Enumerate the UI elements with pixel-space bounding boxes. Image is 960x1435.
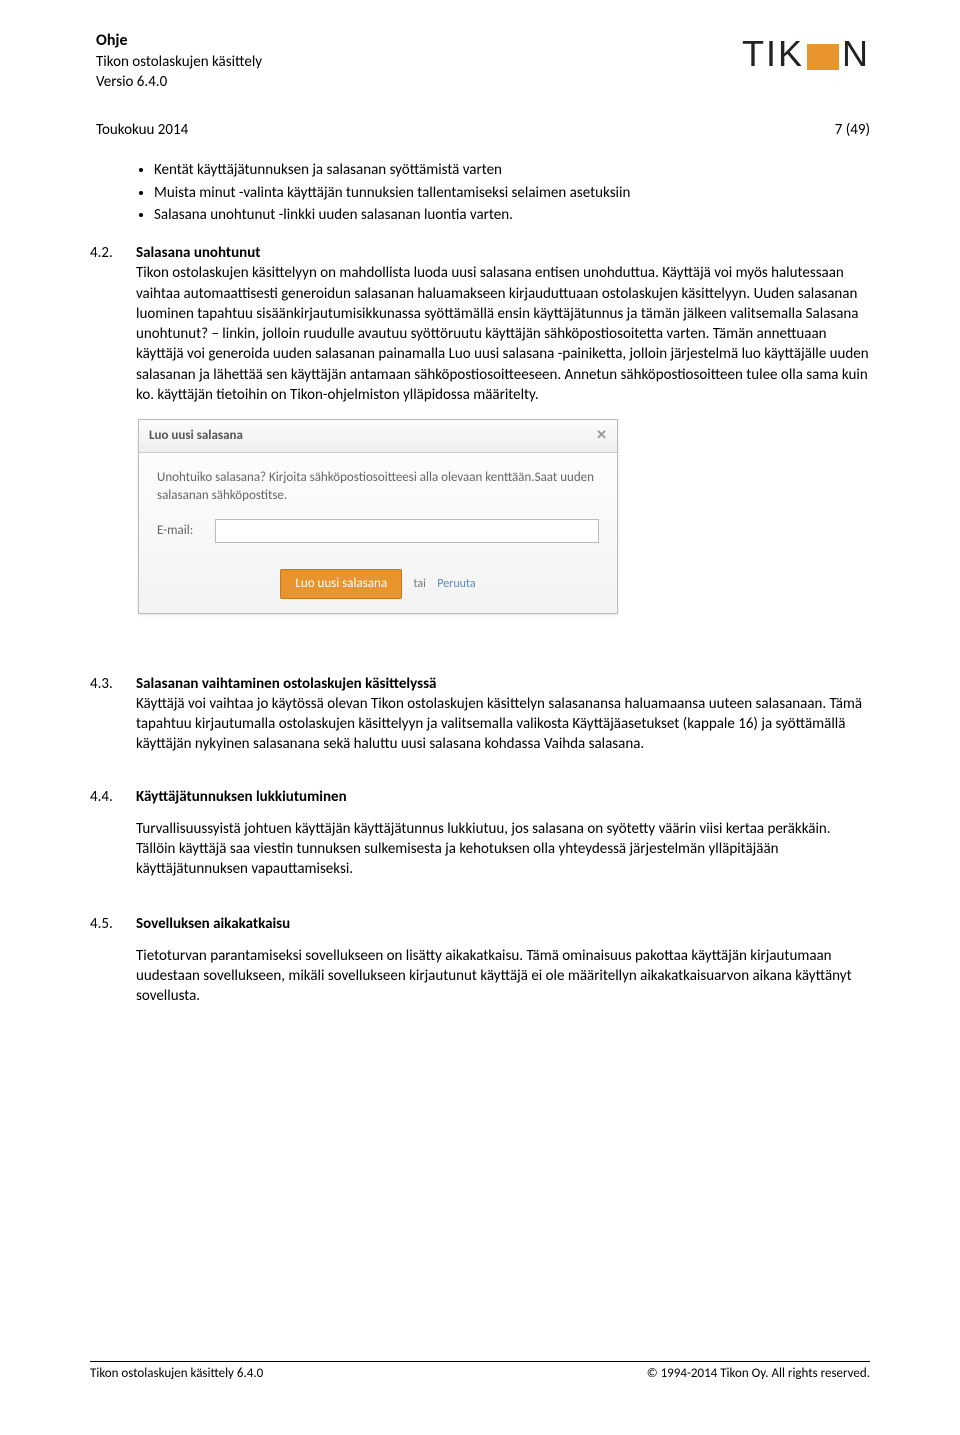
- doc-subtitle: Tikon ostolaskujen käsittely: [96, 52, 262, 72]
- page-number: 7 (49): [835, 120, 870, 140]
- section-4-2: 4.2. Salasana unohtunut Tikon ostolaskuj…: [90, 243, 870, 655]
- page-header: Ohje Tikon ostolaskujen käsittely Versio…: [90, 30, 870, 92]
- section-title: Salasana unohtunut: [136, 244, 260, 262]
- logo-text-right: N: [842, 30, 870, 79]
- logo-o-icon: [807, 44, 839, 70]
- section-title: Käyttäjätunnuksen lukkiutuminen: [136, 787, 870, 807]
- close-icon[interactable]: ✕: [596, 427, 607, 445]
- section-number: 4.3.: [90, 674, 136, 769]
- doc-date: Toukokuu 2014: [96, 120, 188, 140]
- footer-left: Tikon ostolaskujen käsittely 6.4.0: [90, 1365, 263, 1383]
- tikon-logo: TIK N: [742, 30, 870, 79]
- section-4-5: 4.5. Sovelluksen aikakatkaisu Tietoturva…: [90, 914, 870, 1021]
- create-password-dialog: Luo uusi salasana ✕ Unohtuiko salasana? …: [138, 419, 618, 613]
- create-password-button[interactable]: Luo uusi salasana: [280, 569, 402, 599]
- section-number: 4.4.: [90, 787, 136, 894]
- or-text: tai: [413, 577, 425, 591]
- list-item: Salasana unohtunut -linkki uuden salasan…: [154, 205, 870, 225]
- page-meta: Toukokuu 2014 7 (49): [90, 120, 870, 140]
- page-footer: Tikon ostolaskujen käsittely 6.4.0 © 199…: [90, 1361, 870, 1383]
- section-body: Käyttäjä voi vaihtaa jo käytössä olevan …: [136, 694, 870, 755]
- dialog-text: Unohtuiko salasana? Kirjoita sähköpostio…: [157, 469, 599, 505]
- doc-version: Versio 6.4.0: [96, 72, 262, 92]
- section-body: Tietoturvan parantamiseksi sovellukseen …: [136, 946, 870, 1007]
- section-title: Salasanan vaihtaminen ostolaskujen käsit…: [136, 675, 436, 693]
- cancel-link[interactable]: Peruuta: [437, 577, 475, 591]
- email-field[interactable]: [215, 519, 599, 543]
- bullet-list: Kentät käyttäjätunnuksen ja salasanan sy…: [154, 160, 870, 225]
- section-4-3: 4.3. Salasanan vaihtaminen ostolaskujen …: [90, 674, 870, 769]
- email-label: E-mail:: [157, 522, 215, 540]
- section-body: Tikon ostolaskujen käsittelyyn on mahdol…: [136, 263, 870, 405]
- list-item: Kentät käyttäjätunnuksen ja salasanan sy…: [154, 160, 870, 180]
- section-number: 4.5.: [90, 914, 136, 1021]
- dialog-title: Luo uusi salasana: [149, 427, 243, 445]
- list-item: Muista minut -valinta käyttäjän tunnuksi…: [154, 183, 870, 203]
- section-title: Sovelluksen aikakatkaisu: [136, 914, 870, 934]
- doc-type: Ohje: [96, 30, 262, 52]
- footer-right: © 1994-2014 Tikon Oy. All rights reserve…: [647, 1365, 870, 1383]
- section-number: 4.2.: [90, 243, 136, 655]
- logo-text-left: TIK: [742, 30, 804, 79]
- header-text: Ohje Tikon ostolaskujen käsittely Versio…: [90, 30, 262, 92]
- section-body: Turvallisuussyistä johtuen käyttäjän käy…: [136, 819, 870, 880]
- section-4-4: 4.4. Käyttäjätunnuksen lukkiutuminen Tur…: [90, 787, 870, 894]
